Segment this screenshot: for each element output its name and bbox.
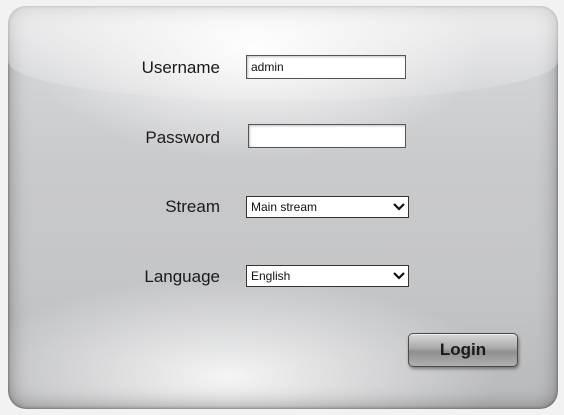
username-label: Username: [141, 58, 220, 77]
language-label: Language: [144, 267, 220, 286]
language-select-value: English: [251, 269, 291, 283]
login-button[interactable]: Login: [408, 333, 518, 367]
stream-select[interactable]: Main stream: [246, 196, 409, 218]
username-input[interactable]: [246, 55, 406, 79]
language-select[interactable]: English: [246, 265, 409, 287]
chevron-down-icon: [390, 266, 408, 286]
stream-select-value: Main stream: [251, 200, 318, 214]
panel-gloss: [8, 6, 558, 101]
chevron-down-icon: [390, 197, 408, 217]
stream-label: Stream: [165, 197, 220, 216]
password-input[interactable]: [248, 124, 406, 148]
login-panel: Username Password Stream Main stream Lan…: [8, 6, 558, 409]
password-label: Password: [145, 128, 220, 147]
